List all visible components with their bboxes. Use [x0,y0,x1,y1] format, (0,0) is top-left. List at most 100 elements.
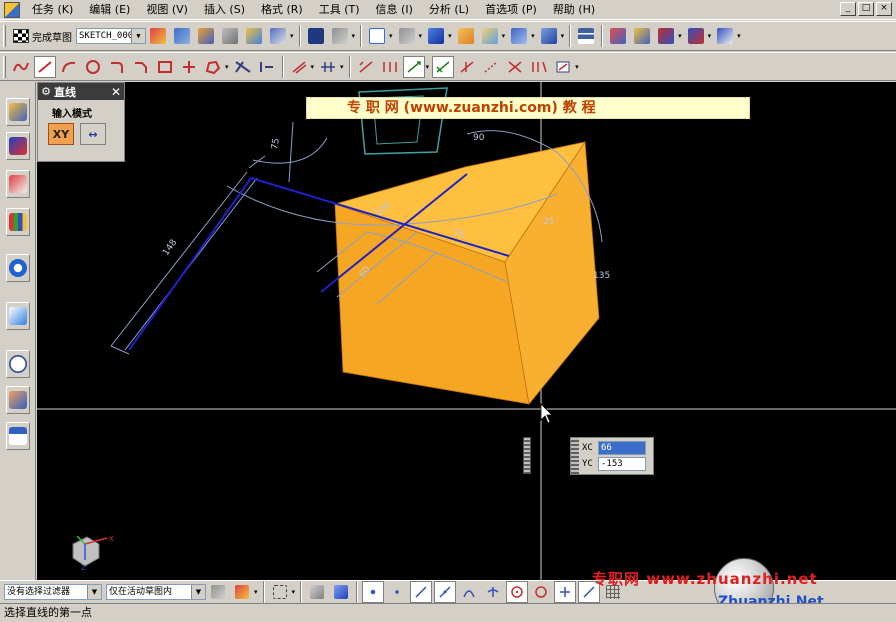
wcs-dynamic-button[interactable] [538,25,560,47]
dimension-label[interactable]: 135 [593,271,610,281]
sketch-line-1[interactable] [128,177,252,351]
snap-control-point-button[interactable] [458,581,480,603]
constraint-navigator-tab[interactable] [6,132,30,160]
close-icon[interactable]: ✕ [108,85,124,99]
reattach-button[interactable] [171,25,193,47]
profile-button[interactable] [10,56,32,78]
snap-point-on-curve-button[interactable] [554,581,577,603]
snap-existing-point-button[interactable] [386,581,408,603]
polygon-button[interactable] [202,56,224,78]
chevron-down-icon[interactable]: ▾ [292,588,296,596]
wcs-button[interactable] [508,25,530,47]
yc-field[interactable]: -153 [598,457,646,471]
rotate-button[interactable] [396,25,418,47]
restore-button[interactable]: □ [858,2,874,16]
chevron-down-icon[interactable]: ▾ [311,63,315,71]
convert-reference-button[interactable] [480,56,502,78]
arc-button[interactable] [58,56,80,78]
toolbar-grip[interactable] [3,25,6,47]
layer-button[interactable] [267,25,289,47]
reuse-library-tab[interactable] [6,208,30,236]
hd3d-tools-tab[interactable] [6,254,30,282]
chevron-down-icon[interactable]: ▾ [448,32,452,40]
trim-button[interactable] [232,56,254,78]
dynamic-input-grip[interactable] [523,437,531,474]
sketch-name-select[interactable]: SKETCH_000 ▼ [76,28,146,44]
assembly-navigator-tab[interactable] [6,98,30,126]
chevron-down-icon[interactable]: ▾ [352,32,356,40]
offset-button[interactable] [288,56,310,78]
snap-quadrant-button[interactable] [530,581,552,603]
chamfer-button[interactable] [130,56,152,78]
dimension-tool-button[interactable] [714,25,736,47]
orient-view-button[interactable] [195,25,217,47]
chevron-down-icon[interactable]: ▾ [254,588,258,596]
dimension-label[interactable]: 90 [473,133,485,143]
xc-field[interactable]: 66 [598,441,646,455]
infer-settings-button[interactable] [528,56,550,78]
menu-insert[interactable]: 插入 (S) [196,1,253,19]
snap-point-settings-button[interactable] [231,581,253,603]
chevron-down-icon[interactable]: ▾ [531,32,535,40]
chevron-down-icon[interactable]: ▾ [419,32,423,40]
web-browser-tab[interactable] [6,302,30,330]
toolbar-grip[interactable] [3,55,6,78]
analysis-button[interactable] [631,25,653,47]
type-filter-select[interactable]: 没有选择过滤器 ▼ [4,584,102,600]
finish-sketch-button[interactable]: 完成草图 [9,29,76,44]
minimize-button[interactable]: _ [840,2,856,16]
fit-view-button[interactable] [366,25,388,47]
menu-task[interactable]: 任务 (K) [24,1,81,19]
select-region-button[interactable] [269,581,291,603]
update-model-button[interactable] [243,25,265,47]
auto-dimension-button[interactable] [355,56,377,78]
menu-preferences[interactable]: 首选项 (P) [477,1,545,19]
chevron-down-icon[interactable]: ▾ [678,32,682,40]
coordinate-mode-button[interactable]: XY [48,123,74,145]
close-button[interactable]: × [876,2,892,16]
evaluate-button[interactable] [219,25,241,47]
cut-button[interactable] [329,25,351,47]
graphics-viewport[interactable]: 148 75 90 100 55 25 60 135 X Z [37,82,896,580]
selection-scope-select[interactable]: 仅在活动草图内 ▼ [106,584,206,600]
show-constraints-button[interactable] [402,55,425,78]
chevron-down-icon[interactable]: ▾ [708,32,712,40]
dynamic-input-handle[interactable] [571,438,579,474]
process-studio-tab[interactable] [6,422,30,450]
dimension-label[interactable]: 75 [270,138,282,151]
line-dialog-titlebar[interactable]: ⚙ 直线 ✕ [38,83,124,100]
snap-enable-button[interactable] [362,581,385,603]
chevron-down-icon[interactable]: ▾ [575,63,579,71]
point-constructor-button[interactable] [685,25,707,47]
sketch-plane-button[interactable] [147,25,169,47]
render-style-button[interactable] [425,25,447,47]
snap-midpoint-button[interactable] [434,581,457,603]
point-button[interactable] [178,56,200,78]
snap-endpoint-button[interactable] [410,581,433,603]
chevron-down-icon[interactable]: ▾ [225,63,229,71]
extend-button[interactable] [256,56,278,78]
alternate-solution-button[interactable] [504,56,526,78]
edit-definition-button[interactable] [552,56,574,78]
view-orientation-button[interactable] [479,25,501,47]
filter-settings-button[interactable] [207,581,229,603]
chevron-down-icon[interactable]: ▾ [389,32,393,40]
chevron-down-icon[interactable]: ▾ [502,32,506,40]
menu-view[interactable]: 视图 (V) [138,1,196,19]
select-solid-button[interactable] [306,581,328,603]
section-button[interactable] [455,25,477,47]
quick-trim-button[interactable] [317,56,339,78]
chevron-down-icon[interactable]: ▼ [131,29,145,43]
menu-tools[interactable]: 工具 (T) [311,1,368,19]
chevron-down-icon[interactable]: ▾ [340,63,344,71]
chevron-down-icon[interactable]: ▾ [561,32,565,40]
dimension-label[interactable]: 25 [543,217,554,227]
snap-intersection-button[interactable] [482,581,504,603]
save-button[interactable] [305,25,327,47]
chevron-down-icon[interactable]: ▾ [426,63,430,71]
chevron-down-icon[interactable]: ▼ [87,585,101,599]
chevron-down-icon[interactable]: ▾ [290,32,294,40]
part-navigator-button[interactable] [575,25,597,47]
menu-info[interactable]: 信息 (I) [368,1,421,19]
geometric-constraint-button[interactable] [379,56,401,78]
